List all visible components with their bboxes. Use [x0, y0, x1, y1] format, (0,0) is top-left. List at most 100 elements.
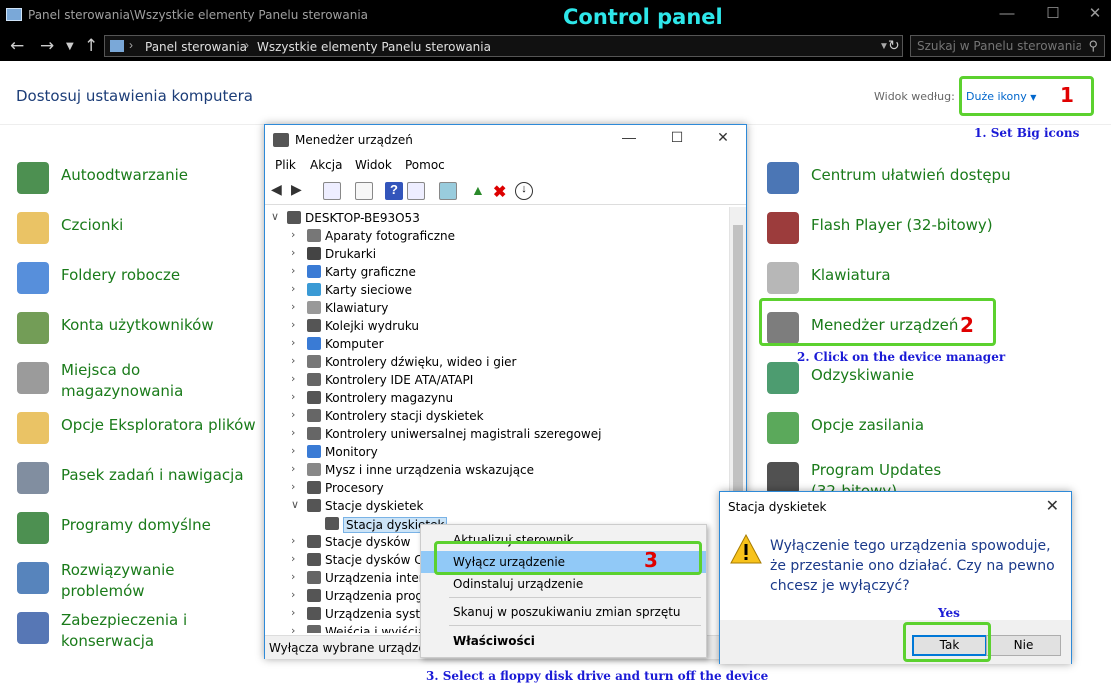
control-panel-item-label[interactable]: Foldery robocze [61, 265, 180, 286]
chevron-right-icon[interactable]: › [291, 336, 295, 349]
menu-item-scan-hardware[interactable]: Skanuj w poszukiwaniu zmian sprzętu [421, 601, 706, 623]
chevron-right-icon[interactable]: › [291, 264, 295, 277]
enable-device-icon[interactable]: ▲ [471, 182, 489, 200]
back-icon[interactable]: ← [10, 36, 24, 56]
search-icon[interactable]: ⚲ [1088, 38, 1098, 54]
address-bar[interactable]: › Panel sterowania › Wszystkie elementy … [104, 35, 903, 57]
tree-item-label[interactable]: Kontrolery IDE ATA/ATAPI [325, 373, 473, 387]
menu-help[interactable]: Pomoc [405, 158, 445, 172]
tree-item-label[interactable]: Aparaty fotograficzne [325, 229, 455, 243]
forward-icon[interactable]: → [40, 36, 54, 56]
breadcrumb-all-items[interactable]: Wszystkie elementy Panelu sterowania [257, 40, 491, 54]
uninstall-icon[interactable]: ✖ [493, 182, 511, 201]
chevron-right-icon[interactable]: › [291, 444, 295, 457]
tree-item-label[interactable]: Stacje dysków [325, 535, 410, 549]
dm-close-button[interactable]: ✕ [703, 129, 743, 146]
menu-file[interactable]: Plik [275, 158, 296, 172]
chevron-down-icon[interactable]: ∨ [271, 210, 279, 223]
chevron-right-icon[interactable]: › [291, 570, 295, 583]
minimize-button[interactable]: — [984, 4, 1030, 26]
chevron-right-icon[interactable]: › [291, 480, 295, 493]
tree-item-label[interactable]: Karty graficzne [325, 265, 416, 279]
tree-item-label[interactable]: Mysz i inne urządzenia wskazujące [325, 463, 534, 477]
control-panel-item-label[interactable]: Centrum ułatwień dostępu [811, 165, 1011, 186]
refresh-icon[interactable]: ↻ [888, 38, 900, 54]
tree-item-label[interactable]: Procesory [325, 481, 384, 495]
control-panel-item-label[interactable]: Czcionki [61, 215, 123, 236]
control-panel-item-label[interactable]: Opcje Eksploratora plików [61, 415, 256, 436]
show-hide-tree-icon[interactable] [323, 182, 341, 200]
tree-item-label[interactable]: Komputer [325, 337, 384, 351]
control-panel-item-label[interactable]: Programy domyślne [61, 515, 211, 536]
menu-item-uninstall-device[interactable]: Odinstaluj urządzenie [421, 573, 706, 595]
no-button[interactable]: Nie [986, 635, 1061, 656]
chevron-right-icon[interactable]: › [291, 588, 295, 601]
control-panel-item-label[interactable]: Opcje zasilania [811, 415, 924, 436]
chevron-right-icon[interactable]: › [291, 228, 295, 241]
control-panel-item-label[interactable]: Pasek zadań i nawigacja [61, 465, 244, 486]
control-panel-item-label[interactable]: Zabezpieczenia i konserwacja [61, 610, 187, 652]
help-icon[interactable]: ? [385, 182, 403, 200]
chevron-down-icon[interactable]: ∨ [291, 498, 299, 511]
back-arrow-icon[interactable]: ◀ [271, 181, 289, 199]
tree-item-label[interactable]: Kolejki wydruku [325, 319, 419, 333]
control-panel-item-label[interactable]: Konta użytkowników [61, 315, 214, 336]
control-panel-item-label[interactable]: Klawiatura [811, 265, 891, 286]
window-title: Panel sterowania\Wszystkie elementy Pane… [28, 8, 369, 22]
recent-dropdown-icon[interactable]: ▼ [66, 41, 74, 52]
tree-item-label[interactable]: Urządzenia syster [325, 607, 432, 621]
up-icon[interactable]: ↑ [84, 36, 98, 56]
control-panel-item-label[interactable]: Autoodtwarzanie [61, 165, 188, 186]
tree-root-label[interactable]: DESKTOP-BE93O53 [305, 211, 420, 225]
update-driver-icon[interactable] [407, 182, 425, 200]
tree-item-label[interactable]: Stacje dyskietek [325, 499, 423, 513]
scan-hardware-icon[interactable] [439, 182, 457, 200]
menu-item-properties[interactable]: Właściwości [421, 630, 706, 652]
tree-item-label[interactable]: Kontrolery uniwersalnej magistrali szere… [325, 427, 601, 441]
tree-item-label[interactable]: Kontrolery magazynu [325, 391, 453, 405]
chevron-right-icon[interactable]: › [291, 282, 295, 295]
chevron-right-icon[interactable]: › [291, 606, 295, 619]
control-panel-item-label[interactable]: Flash Player (32-bitowy) [811, 215, 993, 236]
breadcrumb-separator-icon[interactable]: › [245, 38, 249, 52]
tree-item-label[interactable]: Urządzenia progr [325, 589, 428, 603]
control-panel-item-label[interactable]: Rozwiązywanie problemów [61, 560, 175, 602]
chevron-right-icon[interactable]: › [291, 624, 295, 633]
tree-item-label[interactable]: Stacje dysków CD [325, 553, 432, 567]
chevron-right-icon[interactable]: › [291, 372, 295, 385]
chevron-right-icon[interactable]: › [291, 552, 295, 565]
chevron-right-icon[interactable]: › [291, 426, 295, 439]
chevron-right-icon[interactable]: › [291, 408, 295, 421]
search-box[interactable]: ⚲ [910, 35, 1105, 57]
menu-view[interactable]: Widok [355, 158, 392, 172]
breadcrumb-control-panel[interactable]: Panel sterowania [145, 40, 247, 54]
close-button[interactable]: ✕ [1072, 4, 1111, 26]
dm-maximize-button[interactable]: ☐ [657, 129, 697, 146]
tree-item-label[interactable]: Karty sieciowe [325, 283, 412, 297]
forward-arrow-icon[interactable]: ▶ [291, 181, 309, 199]
chevron-right-icon[interactable]: › [291, 246, 295, 259]
menu-action[interactable]: Akcja [310, 158, 342, 172]
chevron-right-icon[interactable]: › [291, 390, 295, 403]
tree-item-label[interactable]: Drukarki [325, 247, 376, 261]
tree-item-label[interactable]: Monitory [325, 445, 378, 459]
search-input[interactable] [911, 36, 1081, 56]
chevron-right-icon[interactable]: › [291, 534, 295, 547]
tree-item-label[interactable]: Klawiatury [325, 301, 388, 315]
chevron-right-icon[interactable]: › [291, 462, 295, 475]
tree-item-label[interactable]: Kontrolery stacji dyskietek [325, 409, 484, 423]
chevron-right-icon[interactable]: › [291, 354, 295, 367]
tree-item-label[interactable]: Urządzenia interf [325, 571, 428, 585]
maximize-button[interactable]: ☐ [1030, 4, 1076, 26]
disable-device-icon[interactable]: ↓ [515, 182, 533, 200]
tree-item-label[interactable]: Wejścia i wyjścia [325, 625, 425, 633]
tree-item-label[interactable]: Kontrolery dźwięku, wideo i gier [325, 355, 516, 369]
breadcrumb-separator-icon[interactable]: › [129, 38, 133, 52]
control-panel-item-label[interactable]: Odzyskiwanie [811, 365, 914, 386]
chevron-right-icon[interactable]: › [291, 300, 295, 313]
chevron-right-icon[interactable]: › [291, 318, 295, 331]
properties-icon[interactable] [355, 182, 373, 200]
control-panel-item-label[interactable]: Miejsca do magazynowania [61, 360, 183, 402]
dm-minimize-button[interactable]: — [609, 129, 649, 145]
dialog-close-button[interactable]: ✕ [1046, 496, 1059, 516]
